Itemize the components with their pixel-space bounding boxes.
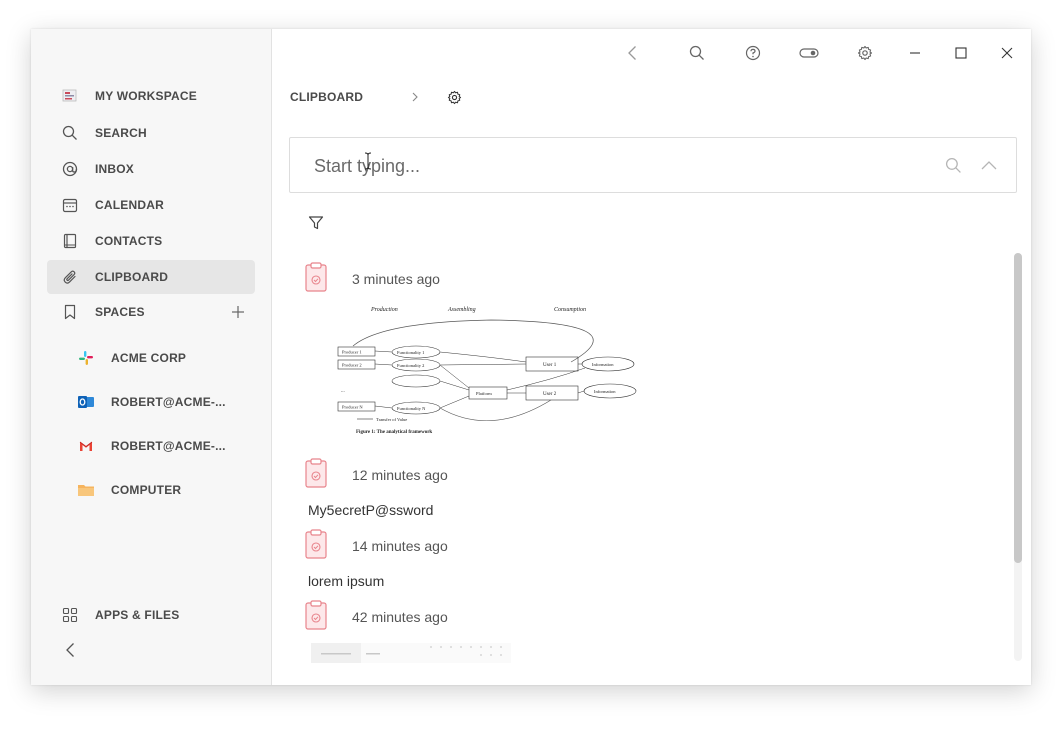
- clipboard-entry-icon: [305, 529, 327, 559]
- space-item-label: ROBERT@ACME-...: [111, 439, 226, 453]
- sidebar-item-my-workspace[interactable]: MY WORKSPACE: [47, 79, 255, 113]
- diagram-caption: Figure 1: The analytical framework: [356, 430, 432, 435]
- chevron-up-icon[interactable]: [980, 157, 998, 180]
- space-item-gmail[interactable]: ROBERT@ACME-...: [47, 429, 255, 463]
- filter-funnel-icon[interactable]: [308, 215, 326, 233]
- sidebar-item-label: CALENDAR: [95, 198, 164, 212]
- clipboard-search-box: [289, 137, 1017, 193]
- diagram-label: Producer N: [342, 405, 363, 410]
- clipboard-entry-icon: [305, 600, 327, 630]
- sidebar: MY WORKSPACE SEARCH INBOX CALENDAR CONTA: [31, 29, 272, 685]
- scrollbar-thumb[interactable]: [1014, 253, 1022, 563]
- space-item-acme-corp[interactable]: ACME CORP: [47, 341, 255, 375]
- clipboard-entry-time: 14 minutes ago: [352, 538, 448, 554]
- diagram-label: User 1: [543, 363, 557, 368]
- minimize-icon[interactable]: [905, 43, 925, 63]
- sidebar-item-search[interactable]: SEARCH: [47, 116, 255, 150]
- diagram-label: Transfer of Value: [376, 417, 407, 422]
- diagram-label: Producer 2: [342, 363, 362, 368]
- diagram-label: Production: [370, 307, 398, 313]
- diagram-label: Platform: [476, 391, 492, 396]
- help-icon[interactable]: [743, 43, 763, 63]
- clipboard-entry-icon: [305, 262, 327, 292]
- slack-icon: [77, 349, 95, 367]
- settings-gear-icon[interactable]: [855, 43, 875, 63]
- contacts-book-icon: [61, 232, 79, 250]
- diagram-label: Functionality 1: [397, 350, 424, 355]
- close-icon[interactable]: [997, 43, 1017, 63]
- space-item-label: COMPUTER: [111, 483, 182, 497]
- clipboard-entry[interactable]: 14 minutes ago lorem ipsum: [301, 521, 1001, 589]
- sidebar-item-label: CLIPBOARD: [95, 270, 169, 284]
- collapse-sidebar-chevron-left-icon[interactable]: [61, 640, 81, 660]
- clipboard-entry-text: lorem ipsum: [308, 573, 385, 589]
- sidebar-item-clipboard[interactable]: CLIPBOARD: [47, 260, 255, 294]
- diagram-label: Functionality 2: [397, 363, 424, 368]
- search-icon[interactable]: [687, 43, 707, 63]
- diagram-label: User 2: [543, 392, 557, 397]
- diagram-label: Consumption: [554, 307, 586, 313]
- sidebar-item-spaces[interactable]: SPACES: [47, 295, 255, 329]
- calendar-icon: [61, 196, 79, 214]
- breadcrumb: CLIPBOARD: [290, 87, 462, 107]
- sidebar-item-label: APPS & FILES: [95, 608, 180, 622]
- outlook-icon: [77, 393, 95, 411]
- clipboard-entry-time: 3 minutes ago: [352, 271, 440, 287]
- space-item-computer[interactable]: COMPUTER: [47, 473, 255, 507]
- clipboard-scrollbar[interactable]: [1014, 253, 1022, 661]
- sidebar-item-label: MY WORKSPACE: [95, 89, 197, 103]
- clipboard-settings-gear-icon[interactable]: [447, 90, 462, 105]
- clipboard-entry-time: 12 minutes ago: [352, 467, 448, 483]
- sidebar-item-label: INBOX: [95, 162, 135, 176]
- bookmark-icon: [61, 303, 79, 321]
- clipboard-entry[interactable]: 3 minutes ago Production Assembling Cons…: [301, 254, 1001, 444]
- workspace-icon: [61, 87, 79, 105]
- search-icon[interactable]: [945, 157, 962, 179]
- diagram-label: ...: [341, 389, 345, 394]
- page-title: CLIPBOARD: [290, 90, 364, 104]
- clipboard-image-preview: Production Assembling Consumption Produc…: [337, 307, 637, 435]
- sidebar-item-label: CONTACTS: [95, 234, 163, 248]
- clipboard-entry-time: 42 minutes ago: [352, 609, 448, 625]
- chevron-right-icon: [409, 91, 421, 103]
- sidebar-item-label: SEARCH: [95, 126, 147, 140]
- diagram-label: Producer 1: [342, 350, 362, 355]
- clipboard-entry[interactable]: 42 minutes ago: [301, 592, 1001, 685]
- clipboard-list: 3 minutes ago Production Assembling Cons…: [301, 254, 1011, 685]
- clipboard-entry-text: My5ecretP@ssword: [308, 502, 434, 518]
- folder-icon: [77, 481, 95, 499]
- clipboard-search-input[interactable]: [312, 152, 916, 180]
- diagram-label: Information: [594, 389, 616, 394]
- sidebar-item-apps-files[interactable]: APPS & FILES: [47, 598, 255, 632]
- space-item-label: ACME CORP: [111, 351, 187, 365]
- add-space-plus-icon[interactable]: [229, 303, 247, 321]
- clipboard-image-preview: [311, 643, 511, 663]
- apps-grid-icon: [61, 606, 79, 624]
- space-item-outlook[interactable]: ROBERT@ACME-...: [47, 385, 255, 419]
- app-window: MY WORKSPACE SEARCH INBOX CALENDAR CONTA: [31, 29, 1031, 685]
- back-chevron-left-icon[interactable]: [623, 43, 643, 63]
- diagram-label: Functionality N: [397, 406, 426, 411]
- diagram-label: Assembling: [447, 307, 476, 313]
- search-icon: [61, 124, 79, 142]
- diagram-label: Information: [592, 362, 614, 367]
- sidebar-item-contacts[interactable]: CONTACTS: [47, 224, 255, 258]
- gmail-icon: [77, 437, 95, 455]
- i-beam-cursor-icon: [364, 152, 372, 175]
- toggle-switch-icon[interactable]: [799, 43, 819, 63]
- sidebar-item-label: SPACES: [95, 305, 145, 319]
- sidebar-item-calendar[interactable]: CALENDAR: [47, 188, 255, 222]
- at-icon: [61, 160, 79, 178]
- sidebar-item-inbox[interactable]: INBOX: [47, 152, 255, 186]
- clipboard-entry[interactable]: 12 minutes ago My5ecretP@ssword: [301, 450, 1001, 518]
- clipboard-entry-icon: [305, 458, 327, 488]
- space-item-label: ROBERT@ACME-...: [111, 395, 226, 409]
- paperclip-icon: [61, 268, 79, 286]
- maximize-icon[interactable]: [951, 43, 971, 63]
